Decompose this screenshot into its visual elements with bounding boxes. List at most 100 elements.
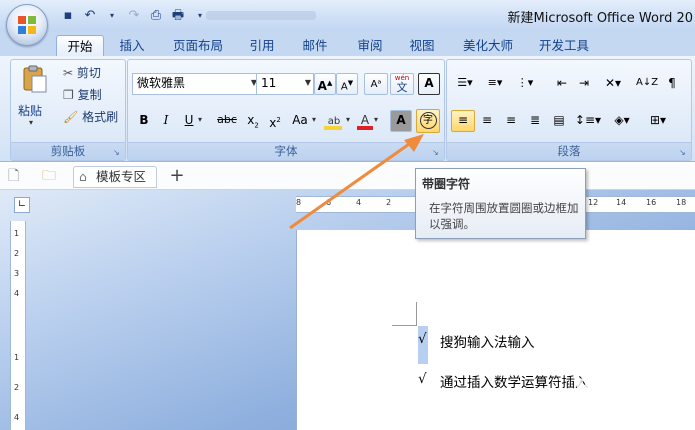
tab-view[interactable]: 视图	[400, 35, 444, 56]
tab-references[interactable]: 引用	[240, 35, 284, 56]
tab-selector-button[interactable]: ∟	[14, 197, 30, 213]
decrease-indent-button[interactable]: ⇤	[551, 73, 573, 95]
highlight-color-bar	[324, 126, 342, 130]
format-painter-button[interactable]: 🖌 格式刷	[63, 108, 118, 126]
shrink-font-button[interactable]: A▼	[336, 73, 358, 95]
subscript-button[interactable]: x2	[242, 110, 264, 132]
strikethrough-button[interactable]: abc	[212, 110, 242, 132]
window-title: 新建Microsoft Office Word 20	[507, 11, 693, 26]
office-button[interactable]	[6, 4, 48, 46]
save-icon[interactable]: ▪	[60, 8, 76, 24]
clear-format-icon: Aᵃ	[370, 79, 382, 90]
document-line-1[interactable]: 搜狗输入法输入	[440, 331, 535, 351]
underline-dropdown-icon[interactable]: ▾	[198, 115, 202, 124]
tooltip: 带圈字符 在字符周围放置圆圈或边框加以强调。	[415, 168, 586, 239]
font-color-button[interactable]: A	[354, 110, 376, 132]
tab-page-layout[interactable]: 页面布局	[166, 35, 230, 56]
folder-icon[interactable]: 🗀	[42, 168, 56, 184]
ruler-number: 12	[588, 198, 599, 207]
phonetic-guide-button[interactable]: wén 文	[390, 73, 414, 95]
numbering-button[interactable]: ≡▾	[481, 73, 509, 95]
redo-icon[interactable]: ↷	[126, 8, 142, 24]
ruler-number: 3	[14, 269, 20, 278]
align-left-button[interactable]: ≡	[451, 110, 475, 132]
ruler-number: 1	[14, 229, 20, 238]
italic-button[interactable]: I	[154, 110, 178, 132]
highlight-button[interactable]: ab	[320, 110, 348, 132]
enclose-characters-button[interactable]: 字	[416, 109, 440, 133]
ruler-number: 6	[326, 198, 332, 207]
add-tab-button[interactable]: +	[166, 166, 188, 188]
grow-font-button[interactable]: A▲	[314, 73, 336, 95]
character-border-button[interactable]: A	[418, 73, 440, 95]
print-icon[interactable]: 🖶	[170, 8, 186, 24]
font-name-combo[interactable]: 微软雅黑 ▼	[132, 73, 260, 95]
home-icon: ⌂	[79, 169, 87, 184]
change-case-dropdown-icon[interactable]: ▾	[312, 115, 316, 124]
font-color-icon: A	[360, 113, 370, 127]
undo-icon[interactable]: ↶	[82, 8, 98, 24]
multilevel-list-button[interactable]: ⋮▾	[511, 73, 539, 95]
line-spacing-button[interactable]: ↕≡▾	[573, 110, 603, 132]
ruler-number: 16	[646, 198, 657, 207]
dialog-launcher-icon[interactable]: ↘	[113, 148, 122, 157]
document-tabs-bar: 🗋 🗀 ⌂ 模板专区 +	[0, 164, 695, 190]
ruler-number: 18	[676, 198, 687, 207]
chinese-layout-button[interactable]: ✕▾	[599, 73, 627, 95]
copy-button[interactable]: ❐ 复制	[63, 86, 102, 104]
ruler-number: 4	[356, 198, 362, 207]
dropdown-arrow-icon[interactable]: ▾	[104, 8, 120, 24]
print-preview-icon[interactable]: ⎙	[148, 8, 164, 24]
superscript-button[interactable]: x2	[264, 110, 286, 132]
tab-review[interactable]: 审阅	[348, 35, 392, 56]
vertical-ruler[interactable]: 1 2 3 4 1 2 4	[10, 221, 26, 430]
margin-corner-mark	[392, 302, 417, 326]
bullets-button[interactable]: ☰▾	[451, 73, 479, 95]
font-size-combo[interactable]: 11 ▼	[256, 73, 314, 95]
character-shading-button[interactable]: A	[390, 110, 412, 132]
copy-label: 复制	[77, 88, 102, 102]
tab-developer[interactable]: 开发工具	[532, 35, 596, 56]
font-name-value: 微软雅黑	[137, 76, 186, 90]
ruler-number: 8	[296, 198, 302, 207]
borders-button[interactable]: ⊞▾	[643, 110, 673, 132]
paste-dropdown-icon: ▾	[29, 118, 34, 127]
scissors-icon: ✂	[63, 66, 74, 80]
dialog-launcher-icon[interactable]: ↘	[679, 148, 688, 157]
change-case-button[interactable]: Aa	[286, 110, 314, 132]
clear-format-button[interactable]: Aᵃ	[364, 73, 388, 95]
ruler-number: 2	[14, 249, 20, 258]
ruler-number: 1	[14, 353, 20, 362]
tab-home[interactable]: 开始	[56, 35, 104, 57]
tab-templates[interactable]: ⌂ 模板专区	[73, 166, 157, 188]
ruler-number: 2	[386, 198, 392, 207]
document-line-2[interactable]: 通过插入数学运算符插入	[440, 371, 589, 391]
tab-mailings[interactable]: 邮件	[293, 35, 337, 56]
wen-char: 文	[396, 81, 408, 94]
shading-button[interactable]: ◈▾	[607, 110, 637, 132]
highlight-dropdown-icon[interactable]: ▾	[346, 115, 350, 124]
tab-beautify[interactable]: 美化大师	[456, 35, 520, 56]
templates-tab-label: 模板专区	[96, 169, 147, 184]
underline-button[interactable]: U	[178, 110, 200, 132]
new-document-icon[interactable]: 🗋	[8, 168, 19, 184]
show-marks-button[interactable]: ¶	[661, 73, 683, 95]
checkmark: √	[418, 371, 427, 387]
dialog-launcher-icon[interactable]: ↘	[432, 148, 441, 157]
watermark-logo: Baidu经验	[575, 376, 690, 401]
bold-button[interactable]: B	[132, 110, 156, 132]
paste-button[interactable]: 粘贴 ▾	[17, 64, 53, 130]
distributed-button[interactable]: ▤	[547, 110, 571, 132]
tab-insert[interactable]: 插入	[110, 35, 154, 56]
tooltip-description: 在字符周围放置圆圈或边框加以强调。	[429, 201, 579, 231]
align-center-button[interactable]: ≡	[475, 110, 499, 132]
font-color-dropdown-icon[interactable]: ▾	[374, 115, 378, 124]
cut-button[interactable]: ✂ 剪切	[63, 64, 101, 82]
justify-button[interactable]: ≣	[523, 110, 547, 132]
sort-button[interactable]: A↓Z	[635, 73, 659, 95]
align-right-button[interactable]: ≡	[499, 110, 523, 132]
font-size-value: 11	[261, 76, 277, 90]
font-group: 微软雅黑 ▼ 11 ▼ A▲ A▼ Aᵃ wén 文 A B I U ▾ abc…	[127, 59, 445, 161]
ruler-number: 2	[14, 383, 20, 392]
increase-indent-button[interactable]: ⇥	[573, 73, 595, 95]
